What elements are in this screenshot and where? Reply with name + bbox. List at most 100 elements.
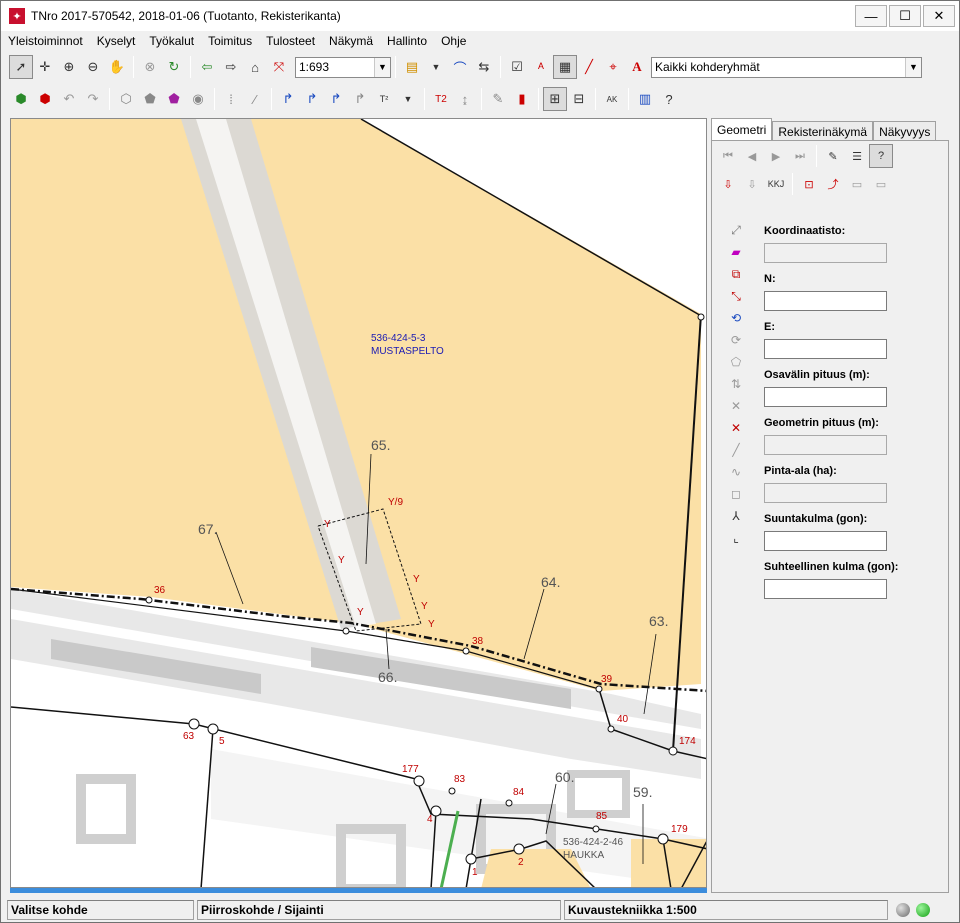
tab-nakyvyys[interactable]: Näkyvyys <box>873 121 937 142</box>
point-tool-icon[interactable]: ⊡ <box>797 172 821 196</box>
tab-rekisterinakyma[interactable]: Rekisterinäkymä <box>772 121 874 142</box>
boundary-tool-4-icon[interactable]: ↱ <box>348 87 372 111</box>
maximize-button[interactable]: ☐ <box>889 5 921 27</box>
help-icon[interactable]: ? <box>869 144 893 168</box>
object-group-select[interactable]: Kaikki kohderyhmät ▼ <box>651 56 922 78</box>
snap-icon[interactable]: ⌒ <box>448 55 472 79</box>
scale-dropdown-icon[interactable]: ▼ <box>396 87 420 111</box>
chevron-down-icon[interactable]: ▼ <box>905 57 921 77</box>
polygon-edit-icon[interactable]: ⬠ <box>724 351 748 373</box>
refresh-icon[interactable]: ↻ <box>162 55 186 79</box>
copy-area-icon[interactable]: ⧉ <box>724 263 748 285</box>
prev-vertex-icon[interactable]: ◀ <box>740 144 764 168</box>
e-coordinate-field[interactable] <box>764 339 887 359</box>
layers-dropdown-icon[interactable]: ▼ <box>424 55 448 79</box>
bearing-field[interactable] <box>764 531 887 551</box>
minimize-button[interactable]: — <box>855 5 887 27</box>
split-line-icon[interactable]: ⤢ <box>724 219 748 241</box>
angle-tool-icon[interactable]: ⅄ <box>724 505 748 527</box>
label-icon[interactable]: ᴬ <box>529 55 553 79</box>
redo-icon[interactable]: ↷ <box>81 87 105 111</box>
text-icon[interactable]: A <box>625 55 649 79</box>
layers-icon[interactable]: ▤ <box>400 55 424 79</box>
remove-icon[interactable]: ✕ <box>724 417 748 439</box>
boundary-tool-3-icon[interactable]: ↱ <box>324 87 348 111</box>
save-geometry-icon[interactable]: ⬢ <box>9 87 33 111</box>
edit-tool-icon[interactable]: ✎ <box>486 87 510 111</box>
map-view[interactable]: 536-424-5-3 MUSTASPELTO 536-424-2-46 HAU… <box>10 118 707 888</box>
square-tool-icon[interactable]: ◻ <box>724 483 748 505</box>
fill-tool-icon[interactable]: ⬟ <box>162 87 186 111</box>
swap-icon[interactable]: ⇅ <box>724 373 748 395</box>
line-icon[interactable]: ╱ <box>577 55 601 79</box>
segment-tool-icon[interactable]: ⁄ <box>243 87 267 111</box>
import-point-icon[interactable]: ⇩ <box>716 172 740 196</box>
rotate-icon[interactable]: ⟲ <box>724 307 748 329</box>
polygon-tool-icon[interactable]: ⬡ <box>114 87 138 111</box>
hatch-icon[interactable]: ▦ <box>553 55 577 79</box>
pan-hand-icon[interactable]: ✋ <box>105 55 129 79</box>
tab-geometri[interactable]: Geometri <box>711 118 773 140</box>
back-arrow-icon[interactable]: ⇦ <box>195 55 219 79</box>
select-arrow-icon[interactable]: ➚ <box>9 55 33 79</box>
eraser-icon[interactable]: ▮ <box>510 87 534 111</box>
first-vertex-icon[interactable]: ⏮ <box>716 144 740 168</box>
crosshair-icon[interactable]: ✛ <box>33 55 57 79</box>
menu-hallinto[interactable]: Hallinto <box>380 34 434 48</box>
grid-tool-icon[interactable]: ⊞ <box>543 87 567 111</box>
segment-length-field[interactable] <box>764 387 887 407</box>
list-icon[interactable]: ☰ <box>845 144 869 168</box>
text-tool-icon[interactable]: T2 <box>429 87 453 111</box>
menu-kyselyt[interactable]: Kyselyt <box>90 34 143 48</box>
curve-tool-icon[interactable]: ∿ <box>724 461 748 483</box>
export-icon[interactable]: ⇆ <box>472 55 496 79</box>
draw-line-icon[interactable]: ╱ <box>724 439 748 461</box>
delete-geometry-icon[interactable]: ⬢ <box>33 87 57 111</box>
check-icon[interactable]: ☑ <box>505 55 529 79</box>
menu-yleistoiminnot[interactable]: Yleistoiminnot <box>1 34 90 48</box>
import-point-2-icon[interactable]: ⇩ <box>740 172 764 196</box>
next-vertex-icon[interactable]: ▶ <box>764 144 788 168</box>
vertex-tool-icon[interactable]: ⁞ <box>219 87 243 111</box>
menu-tulosteet[interactable]: Tulosteet <box>259 34 322 48</box>
menu-nakyma[interactable]: Näkymä <box>322 34 380 48</box>
chevron-down-icon[interactable]: ▼ <box>374 57 390 77</box>
dimension-tool-icon[interactable]: ↨ <box>453 87 477 111</box>
scale-text-icon[interactable]: T² <box>372 87 396 111</box>
map-canvas[interactable] <box>11 119 707 888</box>
boundary-tool-2-icon[interactable]: ↱ <box>300 87 324 111</box>
shape-tool-icon[interactable]: ⬟ <box>138 87 162 111</box>
panel-tool-1-icon[interactable]: ▭ <box>845 172 869 196</box>
route-tool-icon[interactable]: ⤴ <box>821 172 845 196</box>
menu-ohje[interactable]: Ohje <box>434 34 473 48</box>
cancel-icon[interactable]: ⊗ <box>138 55 162 79</box>
boundary-tool-1-icon[interactable]: ↱ <box>276 87 300 111</box>
area-tool-icon[interactable]: ▰ <box>724 241 748 263</box>
home-icon[interactable]: ⌂ <box>243 55 267 79</box>
forward-arrow-icon[interactable]: ⇨ <box>219 55 243 79</box>
rotate-2-icon[interactable]: ⟳ <box>724 329 748 351</box>
target-icon[interactable]: ⌖ <box>601 55 625 79</box>
corner-tool-icon[interactable]: ⌞ <box>724 527 748 549</box>
eye-tool-icon[interactable]: ◉ <box>186 87 210 111</box>
relative-angle-field[interactable] <box>764 579 887 599</box>
panel-tool-2-icon[interactable]: ▭ <box>869 172 893 196</box>
book-icon[interactable]: ▥ <box>633 87 657 111</box>
menu-toimitus[interactable]: Toimitus <box>201 34 259 48</box>
zoom-out-icon[interactable]: ⊖ <box>81 55 105 79</box>
delete-vertex-icon[interactable]: ✕ <box>724 395 748 417</box>
menu-tyokalut[interactable]: Työkalut <box>142 34 201 48</box>
scale-select[interactable]: 1:693 ▼ <box>295 56 391 78</box>
n-coordinate-field[interactable] <box>764 291 887 311</box>
ak-icon[interactable]: AK <box>600 87 624 111</box>
cut-line-icon[interactable]: ⤡ <box>724 285 748 307</box>
help-icon[interactable]: ? <box>657 87 681 111</box>
kkj-icon[interactable]: KKJ <box>764 172 788 196</box>
measure-icon[interactable]: ⤧ <box>267 55 291 79</box>
close-button[interactable]: ✕ <box>923 5 955 27</box>
undo-icon[interactable]: ↶ <box>57 87 81 111</box>
last-vertex-icon[interactable]: ⏭ <box>788 144 812 168</box>
grid-split-icon[interactable]: ⊟ <box>567 87 591 111</box>
zoom-in-icon[interactable]: ⊕ <box>57 55 81 79</box>
edit-line-icon[interactable]: ✎ <box>821 144 845 168</box>
